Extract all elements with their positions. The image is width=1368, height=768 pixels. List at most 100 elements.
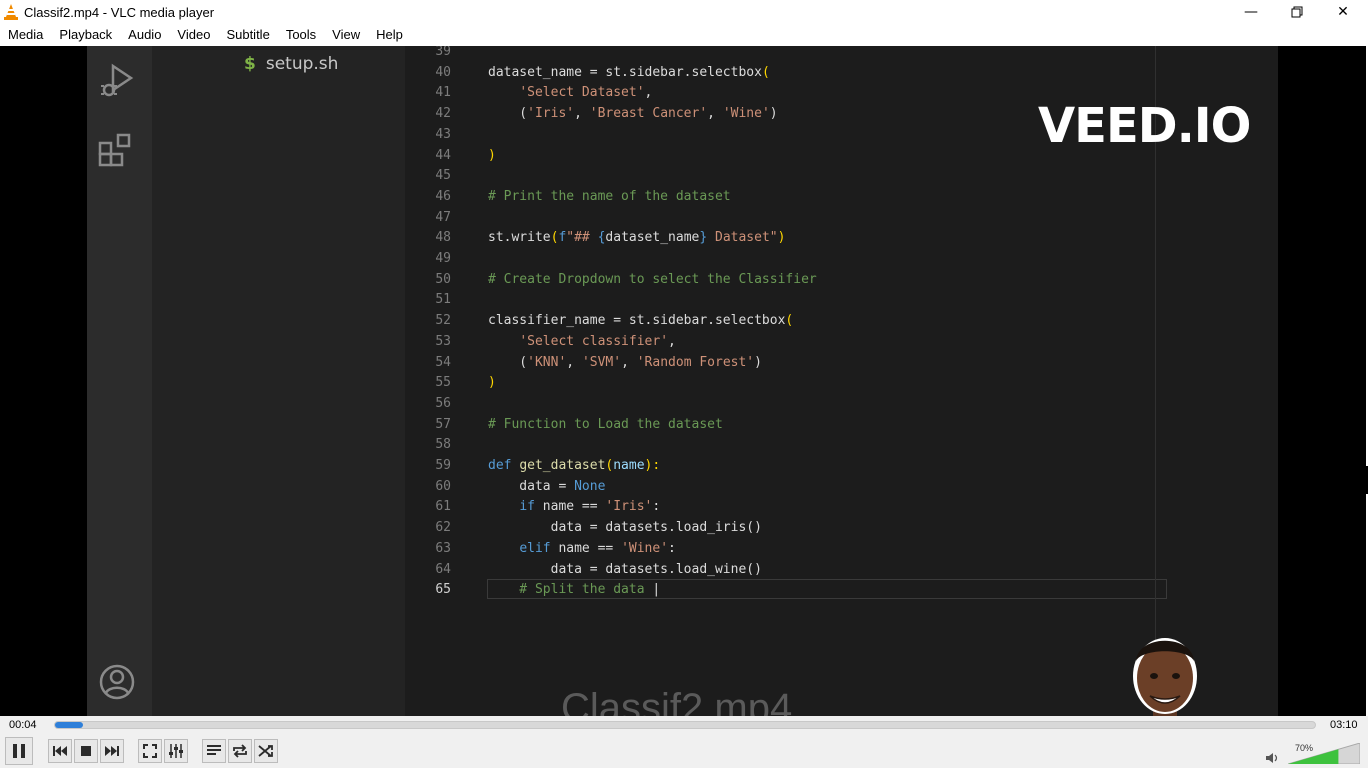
menu-audio[interactable]: Audio	[120, 24, 169, 46]
extended-settings-button[interactable]	[164, 739, 188, 763]
code-token: ,	[707, 106, 723, 122]
seek-slider[interactable]	[54, 721, 1316, 729]
fullscreen-button[interactable]	[138, 739, 162, 763]
line-number: 65	[435, 582, 451, 598]
code-line: # Function to Load the dataset	[488, 417, 723, 432]
title-bar: Classif2.mp4 - VLC media player — ✕	[0, 0, 1368, 24]
code-line: elif name == 'Wine':	[488, 541, 676, 556]
line-number: 61	[435, 499, 451, 515]
video-display[interactable]: $ setup.sh 39 40 dataset_name = st.sidebar.…	[0, 46, 1366, 716]
code-token: (	[761, 64, 770, 80]
restore-button[interactable]	[1274, 0, 1320, 24]
line-number: 41	[435, 85, 451, 101]
code-token: 'Select classifier'	[519, 333, 669, 349]
code-token: # Split the data	[488, 582, 653, 598]
code-token: name ==	[534, 499, 606, 515]
code-line: )	[488, 148, 496, 163]
code-token: name ==	[550, 540, 622, 556]
code-token: dataset_name	[605, 230, 700, 246]
code-token: data = datasets.load_iris()	[488, 520, 762, 536]
loop-button[interactable]	[228, 739, 252, 763]
line-number: 59	[435, 458, 451, 473]
line-number: 58	[435, 437, 451, 453]
explorer-file-setup: $ setup.sh	[244, 54, 338, 74]
shell-file-icon: $	[244, 54, 256, 74]
line-number: 45	[435, 168, 451, 184]
stop-button[interactable]	[74, 739, 98, 763]
veed-watermark: VEED.IO	[1038, 98, 1251, 154]
minimize-button[interactable]: —	[1228, 0, 1274, 24]
code-token: ,	[621, 354, 637, 370]
line-number: 42	[435, 106, 451, 122]
line-number: 62	[435, 520, 451, 536]
code-token: ,	[566, 354, 582, 370]
code-token: None	[574, 478, 606, 494]
code-token: :	[652, 499, 661, 515]
code-token: data =	[488, 478, 575, 494]
menu-video[interactable]: Video	[169, 24, 218, 46]
code-line: classifier_name = st.sidebar.selectbox(	[488, 313, 793, 328]
line-number: 56	[435, 395, 451, 411]
line-number: 51	[435, 292, 451, 308]
code-token: 'SVM'	[581, 354, 622, 370]
volume-slider[interactable]	[1288, 743, 1360, 764]
code-token: ,	[644, 85, 653, 101]
explorer-file-name: setup.sh	[265, 54, 339, 74]
code-token: :	[668, 540, 676, 556]
line-number: 53	[435, 333, 451, 349]
code-token: ,	[668, 333, 676, 349]
code-line: # Print the name of the dataset	[488, 189, 731, 204]
code-token: elif	[519, 540, 551, 556]
line-number: 43	[435, 126, 451, 142]
menu-tools[interactable]: Tools	[278, 24, 324, 46]
code-token: 'Iris'	[527, 106, 575, 122]
code-token: dataset_name = st.sidebar.selectbox	[488, 64, 762, 80]
menu-media[interactable]: Media	[0, 24, 51, 46]
code-line: 'Select Dataset',	[488, 85, 652, 100]
next-button[interactable]	[100, 739, 124, 763]
menu-playback[interactable]: Playback	[51, 24, 120, 46]
line-number: 44	[435, 147, 451, 163]
code-line: data = None	[488, 479, 605, 494]
speaker-icon[interactable]	[1265, 752, 1279, 764]
line-number: 55	[435, 375, 451, 391]
line-number: 46	[435, 188, 451, 204]
code-token: |	[652, 582, 661, 598]
code-line: # Split the data |	[488, 582, 660, 597]
close-button[interactable]: ✕	[1320, 0, 1366, 24]
random-button[interactable]	[254, 739, 278, 763]
menu-view[interactable]: View	[324, 24, 368, 46]
playlist-icon	[207, 745, 221, 755]
code-token: 'Iris'	[605, 499, 653, 515]
code-token: 'Wine'	[621, 540, 669, 556]
code-token: def	[488, 458, 520, 473]
next-icon	[105, 746, 119, 756]
previous-button[interactable]	[48, 739, 72, 763]
extensions-icon	[98, 133, 131, 167]
play-pause-button[interactable]	[5, 737, 33, 765]
extended-settings-icon	[169, 744, 183, 758]
code-token: ,	[574, 106, 590, 122]
line-number: 64	[435, 561, 451, 577]
code-token: (	[488, 354, 528, 370]
presenter-avatar-icon	[1133, 638, 1197, 716]
code-line: data = datasets.load_iris()	[488, 520, 762, 535]
line-number: 63	[435, 540, 451, 556]
line-number: 40	[435, 64, 451, 80]
previous-icon	[53, 746, 67, 756]
playlist-button[interactable]	[202, 739, 226, 763]
vlc-cone-icon	[4, 4, 18, 20]
stop-icon	[81, 746, 91, 756]
code-token: )	[754, 354, 762, 370]
code-line: )	[488, 375, 496, 390]
code-token: # Print the name of the dataset	[488, 188, 731, 204]
menu-bar: Media Playback Audio Video Subtitle Tool…	[0, 24, 1368, 46]
run-debug-icon	[101, 63, 134, 97]
code-token: "##	[566, 230, 598, 246]
seek-progress	[55, 722, 83, 728]
menu-help[interactable]: Help	[368, 24, 411, 46]
menu-subtitle[interactable]: Subtitle	[218, 24, 277, 46]
code-token: Dataset"	[707, 230, 778, 246]
